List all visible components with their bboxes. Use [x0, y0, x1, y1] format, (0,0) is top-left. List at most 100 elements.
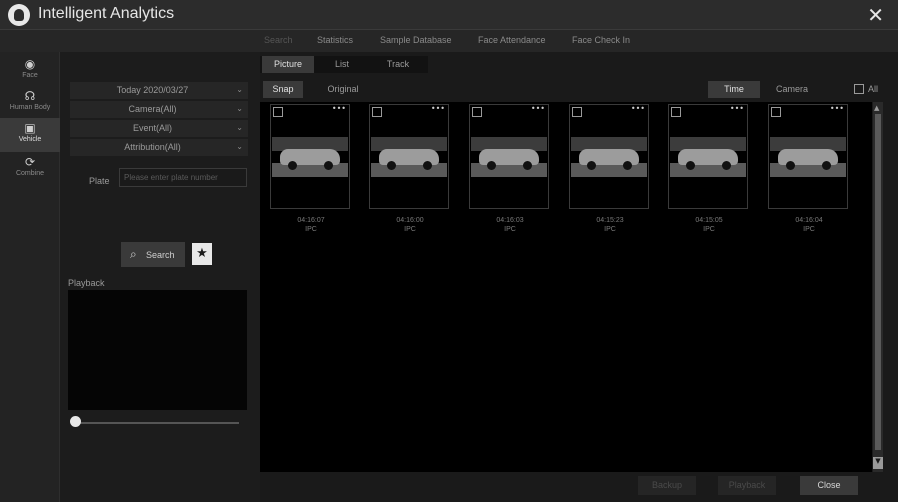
view-tabs: Picture List Track [260, 56, 428, 73]
tab-search[interactable]: Search [264, 35, 293, 45]
result-card[interactable]: ••• 04:16:04 IPC [768, 104, 848, 233]
title-bar: Intelligent Analytics ✕ [0, 0, 898, 30]
vehicle-snapshot [272, 137, 348, 177]
rail-label-human-body: Human Body [9, 104, 51, 111]
result-checkbox[interactable] [572, 107, 582, 117]
rail-item-combine[interactable]: ⟳ Combine [0, 152, 60, 186]
result-meta: 04:16:00 IPC [370, 216, 450, 234]
result-meta: 04:15:23 IPC [570, 216, 650, 234]
combine-icon: ⟳ [24, 155, 36, 169]
rail-item-human-body[interactable]: ☊ Human Body [0, 86, 60, 120]
more-options-icon[interactable]: ••• [431, 104, 445, 113]
select-all-checkbox[interactable] [854, 84, 864, 94]
chevron-down-icon: ⌄ [236, 104, 243, 113]
chevron-down-icon: ⌄ [236, 123, 243, 132]
tab-list[interactable]: List [320, 56, 364, 73]
vehicle-snapshot [371, 137, 447, 177]
playback-slider-handle[interactable] [70, 416, 81, 427]
result-source: IPC [803, 226, 815, 233]
result-source: IPC [404, 226, 416, 233]
event-select[interactable]: Event(All) ⌄ [70, 120, 248, 137]
result-checkbox[interactable] [372, 107, 382, 117]
result-checkbox[interactable] [472, 107, 482, 117]
tab-snap[interactable]: Snap [263, 81, 303, 98]
favorite-star-icon[interactable]: ★ [192, 243, 212, 265]
more-options-icon[interactable]: ••• [830, 104, 844, 113]
result-checkbox[interactable] [771, 107, 781, 117]
playback-slider-track[interactable] [74, 422, 239, 424]
result-meta: 04:15:05 IPC [669, 216, 749, 234]
tab-face-attendance[interactable]: Face Attendance [478, 35, 546, 45]
human-body-icon: ☊ [24, 89, 36, 103]
close-icon[interactable]: ✕ [867, 3, 884, 27]
result-meta: 04:16:07 IPC [271, 216, 351, 234]
more-options-icon[interactable]: ••• [332, 104, 346, 113]
result-source: IPC [703, 226, 715, 233]
camera-select[interactable]: Camera(All) ⌄ [70, 101, 248, 118]
result-card[interactable]: ••• 04:16:00 IPC [369, 104, 449, 233]
result-source: IPC [604, 226, 616, 233]
result-time: 04:16:04 [795, 217, 823, 224]
top-nav: Search Statistics Sample Database Face A… [0, 30, 898, 52]
sort-camera[interactable]: Camera [764, 81, 820, 98]
tab-statistics[interactable]: Statistics [317, 35, 353, 45]
result-time: 04:16:07 [297, 217, 325, 224]
tab-picture[interactable]: Picture [262, 56, 314, 73]
backup-button[interactable]: Backup [638, 476, 696, 495]
tab-original[interactable]: Original [322, 81, 364, 98]
result-checkbox[interactable] [671, 107, 681, 117]
chevron-down-icon: ⌄ [236, 142, 243, 151]
result-time: 04:15:23 [596, 217, 624, 224]
select-all-label: All [868, 84, 879, 94]
filter-panel: Today 2020/03/27 ⌄ Camera(All) ⌄ Event(A… [60, 52, 260, 502]
app-logo-icon [8, 4, 30, 26]
more-options-icon[interactable]: ••• [531, 104, 545, 113]
search-button[interactable]: ⌕ Search [121, 242, 185, 267]
rail-item-face[interactable]: ◉ Face [0, 54, 60, 88]
result-time: 04:16:00 [396, 217, 424, 224]
scroll-down-icon[interactable]: ▼ [873, 457, 883, 469]
results-grid: ••• 04:16:07 IPC ••• 04:16:00 IPC ••• 04:1… [260, 102, 872, 472]
plate-label: Plate [89, 176, 110, 186]
tab-face-check-in[interactable]: Face Check In [572, 35, 630, 45]
scroll-up-icon[interactable]: ▲ [874, 104, 882, 112]
vehicle-snapshot [770, 137, 846, 177]
playback-video-pane [68, 290, 247, 410]
result-checkbox[interactable] [273, 107, 283, 117]
date-select[interactable]: Today 2020/03/27 ⌄ [70, 82, 248, 99]
date-value: Today 2020/03/27 [116, 85, 189, 95]
plate-input[interactable] [119, 168, 247, 187]
result-card[interactable]: ••• 04:16:07 IPC [270, 104, 350, 233]
rail-item-vehicle[interactable]: ▣ Vehicle [0, 118, 60, 152]
result-meta: 04:16:04 IPC [769, 216, 849, 234]
result-card[interactable]: ••• 04:16:03 IPC [469, 104, 549, 233]
playback-label: Playback [68, 278, 105, 288]
rail-label-face: Face [22, 72, 38, 79]
result-time: 04:16:03 [496, 217, 524, 224]
more-options-icon[interactable]: ••• [730, 104, 744, 113]
result-source: IPC [504, 226, 516, 233]
vehicle-snapshot [670, 137, 746, 177]
attribution-select[interactable]: Attribution(All) ⌄ [70, 139, 248, 156]
rail-label-combine: Combine [15, 170, 44, 177]
playback-button[interactable]: Playback [718, 476, 776, 495]
sort-time[interactable]: Time [708, 81, 760, 98]
close-button[interactable]: Close [800, 476, 858, 495]
event-value: Event(All) [132, 123, 172, 133]
main-panel: Picture List Track Snap Original Time Ca… [260, 52, 898, 502]
more-options-icon[interactable]: ••• [631, 104, 645, 113]
result-card[interactable]: ••• 04:15:05 IPC [668, 104, 748, 233]
tab-track[interactable]: Track [372, 56, 424, 73]
result-time: 04:15:05 [695, 217, 723, 224]
face-icon: ◉ [24, 57, 36, 71]
results-scrollbar[interactable]: ▲ ▼ [873, 102, 883, 472]
result-meta: 04:16:03 IPC [470, 216, 550, 234]
result-card[interactable]: ••• 04:15:23 IPC [569, 104, 649, 233]
app-title: Intelligent Analytics [38, 5, 175, 22]
scrollbar-thumb[interactable] [875, 114, 881, 450]
chevron-down-icon: ⌄ [236, 85, 243, 94]
tab-sample-database[interactable]: Sample Database [380, 35, 452, 45]
search-button-label: Search [146, 250, 175, 260]
left-rail: ◉ Face ☊ Human Body ▣ Vehicle ⟳ Combine [0, 52, 60, 502]
vehicle-snapshot [571, 137, 647, 177]
